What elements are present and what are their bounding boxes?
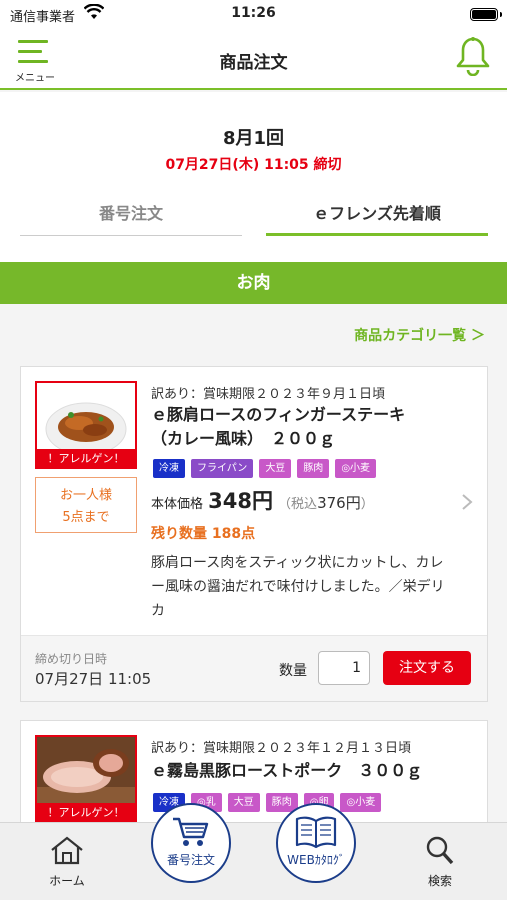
price-row: 本体価格 348円 （税込376円） xyxy=(151,485,374,515)
web-catalog-button[interactable]: WEBｶﾀﾛｸﾞ xyxy=(276,803,356,883)
book-icon xyxy=(295,816,337,849)
product-description: 豚肩ロース肉をスティック状にカットし、カレー風味の醤油だれで味付けしました。／栄… xyxy=(151,555,445,619)
quantity-input[interactable]: 1 xyxy=(318,651,370,685)
tab-number-order[interactable]: 番号注文 xyxy=(20,192,242,236)
price: 348円 xyxy=(208,489,273,513)
order-footer: 締め切り日時 07月27日 11:05 数量 1 注文する xyxy=(21,635,487,701)
remaining-quantity: 残り数量 188点 xyxy=(151,526,256,542)
search-icon xyxy=(426,836,454,865)
tax-suffix: ） xyxy=(360,497,374,512)
home-icon xyxy=(51,836,83,865)
cutoff-value: 07月27日 11:05 xyxy=(35,670,152,688)
product-name[interactable]: ｅ豚肩ロースのフィンガーステーキ （カレー風味） ２００ｇ xyxy=(151,403,471,451)
product-subtitle: 訳あり：賞味期限２０２３年９月１日頃 xyxy=(151,387,386,402)
product-name-line1: ｅ豚肩ロースのフィンガーステーキ xyxy=(151,405,406,424)
bell-icon[interactable] xyxy=(455,36,491,77)
bottom-navigation: ホーム 検索 xyxy=(0,822,507,900)
category-header: お肉 xyxy=(0,262,507,304)
order-button[interactable]: 注文する xyxy=(383,651,471,685)
quantity-label: 数量 xyxy=(279,663,307,679)
allergen-badge: ！アレルゲン！ xyxy=(35,449,137,469)
tag: ◎小麦 xyxy=(335,459,377,478)
purchase-limit-line2: 5点まで xyxy=(62,510,110,525)
product-tags: 冷凍 フライパン 大豆 豚肉 ◎小麦 xyxy=(153,459,377,478)
web-catalog-label: WEBｶﾀﾛｸﾞ xyxy=(287,853,345,867)
product-subtitle: 訳あり：賞味期限２０２３年１２月１３日頃 xyxy=(151,741,412,756)
purchase-limit-box: お一人様 5点まで xyxy=(35,477,137,533)
tag: 豚肉 xyxy=(297,459,330,478)
tag: フライパン xyxy=(191,459,254,478)
tag: 大豆 xyxy=(259,459,292,478)
order-round-panel: 8月1回 07月27日(木) 11:05 締切 番号注文 ｅフレンズ先着順 xyxy=(0,92,507,262)
allergen-badge: ！アレルゲン！ xyxy=(35,803,137,823)
cart-icon xyxy=(173,817,209,846)
price-with-tax: 376円 xyxy=(317,494,361,512)
hamburger-icon xyxy=(18,40,48,43)
tag: 冷凍 xyxy=(153,459,185,478)
number-order-button[interactable]: 番号注文 xyxy=(151,803,231,883)
product-name-line2: （カレー風味） ２００ｇ xyxy=(151,429,336,448)
tax-prefix: （税込 xyxy=(278,497,318,512)
purchase-limit-line1: お一人様 xyxy=(59,488,112,503)
page-title: 商品注文 xyxy=(219,53,288,73)
clock: 11:26 xyxy=(231,5,276,21)
cutoff-label: 締め切り日時 xyxy=(35,652,108,666)
product-name[interactable]: ｅ霧島黒豚ローストポーク ３００ｇ xyxy=(151,759,471,783)
round-title: 8月1回 xyxy=(222,128,285,149)
tag: 大豆 xyxy=(227,793,260,812)
price-label: 本体価格 xyxy=(151,497,204,512)
status-bar: 通信事業者 11:26 xyxy=(0,0,507,30)
chevron-right-icon[interactable] xyxy=(461,493,473,515)
tag: ◎小麦 xyxy=(340,793,382,812)
app-header: メニュー 商品注文 xyxy=(0,30,507,90)
nav-search[interactable]: 検索 xyxy=(400,835,480,889)
tab-efriends-first-come[interactable]: ｅフレンズ先着順 xyxy=(266,192,488,236)
nav-search-label: 検索 xyxy=(427,874,452,888)
round-deadline: 07月27日(木) 11:05 締切 xyxy=(165,157,342,173)
nav-home-label: ホーム xyxy=(49,874,85,888)
number-order-label: 番号注文 xyxy=(166,853,215,867)
product-card[interactable]: ！アレルゲン！ お一人様 5点まで 訳あり：賞味期限２０２３年９月１日頃 ｅ豚肩… xyxy=(20,366,488,702)
nav-home[interactable]: ホーム xyxy=(27,835,107,889)
battery-icon xyxy=(470,8,502,21)
category-list-link[interactable]: 商品カテゴリ一覧 ＞ xyxy=(354,325,485,345)
